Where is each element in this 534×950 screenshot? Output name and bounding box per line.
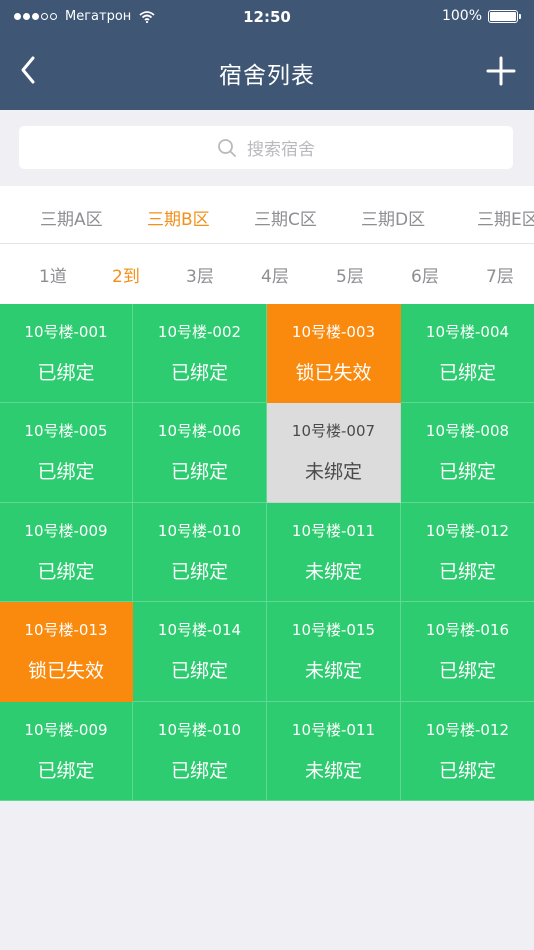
add-button[interactable] [486, 56, 516, 86]
room-cell[interactable]: 10号楼-001 已绑定 [0, 304, 133, 404]
room-cell[interactable]: 10号楼-012 已绑定 [401, 502, 534, 603]
room-status: 未绑定 [304, 560, 362, 583]
room-code: 10号楼-004 [425, 323, 510, 341]
room-code: 10号楼-001 [24, 323, 108, 341]
tab-area-e[interactable]: 三期E区 [477, 205, 534, 230]
room-status: 已绑定 [170, 560, 228, 583]
room-status: 已绑定 [37, 759, 95, 782]
area-tabs: 三期A区 三期B区 三期C区 三期D区 三期E区 [0, 186, 534, 244]
room-cell[interactable]: 10号楼-013 锁已失效 [0, 602, 133, 702]
room-code: 10号楼-008 [425, 422, 510, 441]
floor-tab-4[interactable]: 4层 [261, 262, 289, 287]
page-title: 宿舍列表 [219, 63, 315, 89]
room-cell[interactable]: 10号楼-014 已绑定 [133, 602, 267, 702]
room-cell[interactable]: 10号楼-011 未绑定 [267, 701, 401, 801]
room-status: 已绑定 [170, 362, 228, 384]
floor-tab-1[interactable]: 1道 [39, 262, 67, 287]
room-status: 已绑定 [37, 461, 95, 484]
room-code: 10号楼-005 [24, 422, 108, 441]
tab-area-c[interactable]: 三期C区 [254, 205, 317, 230]
room-cell[interactable]: 10号楼-009 已绑定 [0, 502, 133, 603]
room-status: 已绑定 [170, 660, 228, 683]
room-code: 10号楼-010 [157, 720, 242, 739]
room-code: 10号楼-012 [425, 521, 510, 540]
room-code: 10号楼-007 [291, 422, 376, 441]
room-cell[interactable]: 10号楼-002 已绑定 [133, 304, 267, 404]
room-cell[interactable]: 10号楼-005 已绑定 [0, 403, 133, 503]
room-status: 已绑定 [438, 660, 496, 683]
room-cell[interactable]: 10号楼-012 已绑定 [401, 701, 534, 801]
room-cell[interactable]: 10号楼-006 已绑定 [133, 403, 267, 503]
floor-tab-7[interactable]: 7层 [486, 262, 514, 287]
room-status: 已绑定 [37, 560, 95, 583]
room-status: 已绑定 [37, 362, 95, 384]
room-code: 10号楼-009 [24, 521, 108, 540]
room-cell[interactable]: 10号楼-016 已绑定 [401, 602, 534, 702]
room-status: 锁已失效 [295, 362, 372, 384]
tab-area-b[interactable]: 三期B区 [147, 205, 210, 230]
room-code: 10号楼-006 [157, 422, 242, 441]
room-code: 10号楼-013 [24, 621, 108, 640]
room-code: 10号楼-010 [157, 521, 242, 540]
status-bar: Мегатрон 12:50 100% [0, 0, 534, 34]
room-grid: 10号楼-001 已绑定 10号楼-002 已绑定 10号楼-003 锁已失效 10号… [0, 304, 534, 801]
room-cell[interactable]: 10号楼-015 未绑定 [267, 602, 401, 702]
room-code: 10号楼-009 [24, 720, 108, 739]
floor-tab-2[interactable]: 2到 [112, 262, 140, 287]
room-cell[interactable]: 10号楼-007 未绑定 [267, 403, 401, 503]
room-code: 10号楼-015 [291, 621, 376, 640]
search-input[interactable]: 搜索宿舍 [19, 126, 513, 169]
status-right: 100% [441, 8, 521, 24]
room-status: 未绑定 [304, 461, 362, 484]
room-code: 10号楼-016 [425, 621, 510, 640]
room-cell[interactable]: 10号楼-010 已绑定 [133, 701, 267, 801]
floor-tab-3[interactable]: 3层 [186, 262, 214, 287]
room-status: 锁已失效 [27, 660, 104, 683]
floor-tab-5[interactable]: 5层 [336, 262, 364, 287]
room-status: 已绑定 [438, 461, 496, 484]
nav-bar: 宿舍列表 [0, 34, 534, 110]
room-cell[interactable]: 10号楼-009 已绑定 [0, 701, 133, 801]
room-cell[interactable]: 10号楼-011 未绑定 [267, 502, 401, 603]
battery-percent: 100% [441, 8, 482, 24]
room-code: 10号楼-011 [291, 521, 376, 540]
room-code: 10号楼-003 [291, 323, 376, 341]
room-code: 10号楼-011 [291, 720, 376, 739]
room-status: 未绑定 [304, 660, 362, 683]
floor-tab-6[interactable]: 6层 [411, 262, 439, 287]
plus-icon [486, 56, 516, 86]
room-cell[interactable]: 10号楼-004 已绑定 [401, 304, 534, 404]
room-status: 已绑定 [438, 759, 496, 782]
search-section: 搜索宿舍 [0, 110, 534, 186]
room-code: 10号楼-014 [157, 621, 242, 640]
battery-icon [488, 9, 521, 23]
battery-level [490, 11, 516, 21]
room-status: 未绑定 [304, 759, 362, 782]
room-cell[interactable]: 10号楼-010 已绑定 [133, 502, 267, 603]
room-status: 已绑定 [438, 560, 496, 583]
room-status: 已绑定 [170, 759, 228, 782]
room-status: 已绑定 [438, 362, 496, 384]
tab-area-a[interactable]: 三期A区 [40, 205, 103, 230]
room-cell[interactable]: 10号楼-008 已绑定 [401, 403, 534, 503]
search-icon [218, 138, 236, 157]
search-placeholder: 搜索宿舍 [247, 140, 315, 160]
floor-tabs: 1道 2到 3层 4层 5层 6层 7层 [0, 244, 534, 304]
header-bar: Мегатрон 12:50 100% 宿舍列表 [0, 0, 534, 110]
room-status: 已绑定 [170, 461, 228, 484]
tab-area-d[interactable]: 三期D区 [361, 205, 425, 230]
room-code: 10号楼-012 [425, 720, 510, 739]
room-code: 10号楼-002 [157, 323, 242, 341]
room-cell[interactable]: 10号楼-003 锁已失效 [267, 304, 401, 404]
